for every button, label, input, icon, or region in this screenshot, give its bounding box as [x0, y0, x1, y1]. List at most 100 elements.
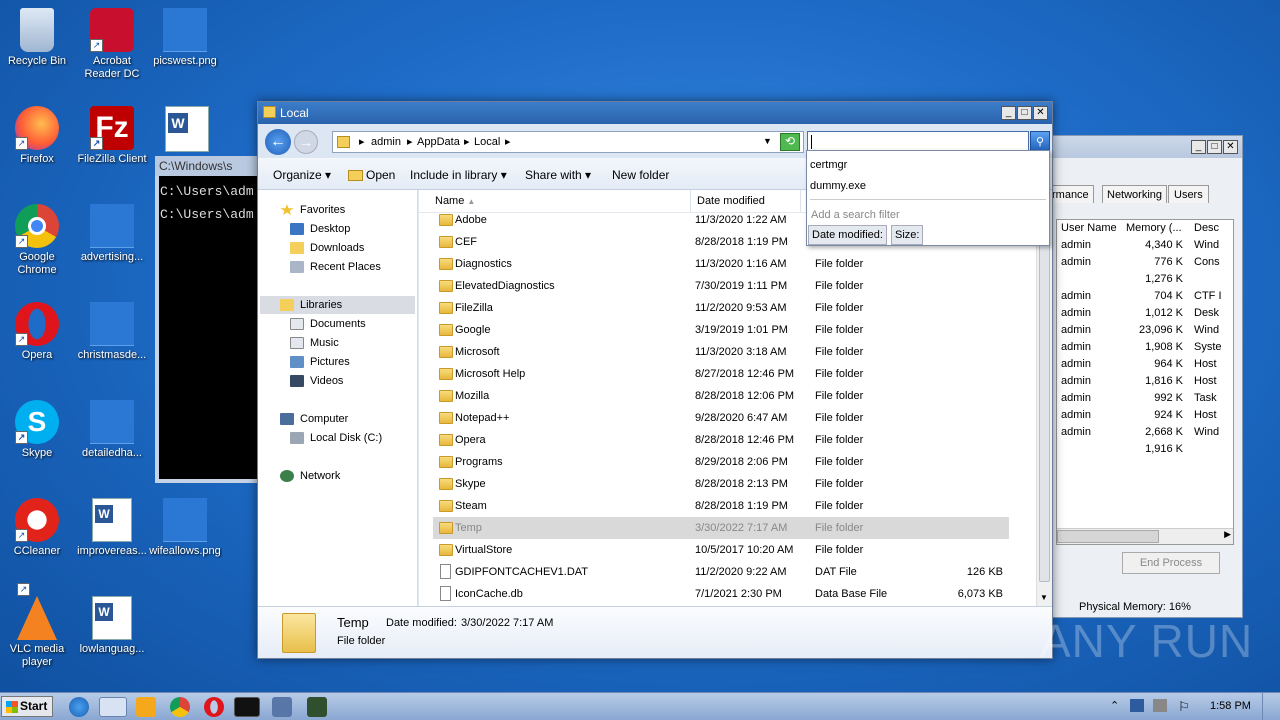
task-manager-window[interactable]: _ □ ✕ rmance Networking Users User Name … [1040, 135, 1243, 618]
file-list[interactable]: Name ▲ Date modified Adobe 11/3/2020 1:22… [419, 190, 1036, 606]
breadcrumb-local[interactable]: Local [474, 136, 500, 148]
file-row[interactable]: Google 3/19/2019 1:01 PM File folder [433, 319, 1009, 341]
suggestion-item[interactable]: dummy.exe [810, 180, 866, 192]
nav-libraries[interactable]: Libraries [280, 296, 342, 314]
tray-speaker-icon[interactable] [1153, 699, 1167, 712]
file-row[interactable]: ElevatedDiagnostics 7/30/2019 1:11 PM File… [433, 275, 1009, 297]
scroll-down-arrow[interactable]: ▼ [1040, 593, 1048, 602]
file-row[interactable]: Programs 8/29/2018 2:06 PM File folder [433, 451, 1009, 473]
desktop-icon-lowlanguag[interactable]: W lowlanguag... [75, 596, 149, 656]
file-row[interactable]: Opera 8/28/2018 12:46 PM File folder [433, 429, 1009, 451]
clock[interactable]: 1:58 PM [1210, 700, 1251, 712]
organize-button[interactable]: Organize ▾ [273, 168, 331, 182]
explorer-titlebar[interactable]: Local _ □ ✕ [258, 102, 1052, 124]
desktop-icon-ccleaner[interactable]: ↗ CCleaner [0, 498, 74, 558]
col-username[interactable]: User Name [1061, 222, 1117, 234]
nav-recent[interactable]: Recent Places [290, 258, 381, 276]
chrome-taskbar-icon[interactable] [170, 697, 190, 717]
file-row[interactable]: IconCache.db 7/1/2021 2:30 PM Data Base Fi… [433, 583, 1009, 605]
refresh-button[interactable]: ⟲ [780, 133, 800, 151]
desktop-icon-opera[interactable]: ↗ Opera [0, 302, 74, 362]
file-row[interactable]: Steam 8/28/2018 1:19 PM File folder [433, 495, 1009, 517]
search-suggestions[interactable]: certmgr dummy.exe Add a search filter Da… [806, 150, 1050, 246]
file-row[interactable]: VirtualStore 10/5/2017 10:20 AM File folde… [433, 539, 1009, 561]
back-button[interactable]: ← [265, 129, 291, 155]
tab-networking[interactable]: Networking [1102, 185, 1168, 203]
taskbar[interactable]: Start ⌃ ⚐ 1:58 PM [0, 692, 1280, 720]
nav-downloads[interactable]: Downloads [290, 239, 364, 257]
cmd-window[interactable]: C:\Windows\s C:\Users\adm C:\Users\adm [155, 156, 265, 483]
end-process-button[interactable]: End Process [1122, 552, 1220, 574]
desktop-icon-filezilla[interactable]: Fz ↗ FileZilla Client [75, 106, 149, 166]
nav-computer[interactable]: Computer [280, 410, 348, 428]
file-row[interactable]: FileZilla 11/2/2020 9:53 AM File folder [433, 297, 1009, 319]
desktop-icon-detailed[interactable]: detailedha... [75, 400, 149, 460]
file-row[interactable]: GDIPFONTCACHEV1.DAT 11/2/2020 9:22 AM DAT … [433, 561, 1009, 583]
ie-icon[interactable] [69, 697, 89, 717]
taskmgr-taskbar-icon[interactable] [272, 697, 292, 717]
chevron-right-icon[interactable]: ▸ [407, 135, 413, 148]
tab-performance[interactable]: rmance [1047, 185, 1094, 203]
tab-users[interactable]: Users [1168, 185, 1209, 203]
file-row[interactable]: Diagnostics 11/3/2020 1:16 AM File folder [433, 253, 1009, 275]
desktop-icon-advertising[interactable]: advertising... [75, 204, 149, 264]
maximize-button[interactable]: □ [1207, 140, 1222, 154]
tray-network-icon[interactable] [1130, 699, 1144, 712]
filter-size[interactable]: Size: [891, 225, 924, 245]
suggestion-item[interactable]: certmgr [810, 159, 847, 171]
desktop-icon-chrome[interactable]: ↗ Google Chrome [0, 204, 74, 277]
vertical-scrollbar[interactable]: ▲ ▼ [1036, 190, 1052, 606]
app-taskbar-icon[interactable] [307, 697, 327, 717]
maximize-button[interactable]: □ [1017, 106, 1032, 120]
file-row[interactable]: Skype 8/28/2018 2:13 PM File folder [433, 473, 1009, 495]
new-folder-button[interactable]: New folder [612, 168, 669, 182]
close-button[interactable]: ✕ [1223, 140, 1238, 154]
nav-music[interactable]: Music [290, 334, 339, 352]
breadcrumb-appdata[interactable]: AppData [417, 136, 460, 148]
horizontal-scrollbar[interactable]: ▶ [1057, 528, 1233, 544]
chevron-right-icon[interactable]: ▸ [464, 135, 470, 148]
nav-videos[interactable]: Videos [290, 372, 343, 390]
nav-desktop[interactable]: Desktop [290, 220, 350, 238]
chevron-right-icon[interactable]: ▸ [505, 135, 511, 148]
col-memory[interactable]: Memory (... [1126, 222, 1182, 234]
process-list[interactable]: User Name Memory (... Desc admin 4,340 K W… [1056, 219, 1234, 545]
open-button[interactable]: Open [348, 168, 395, 182]
start-button[interactable]: Start [1, 696, 53, 717]
scroll-thumb[interactable] [1039, 204, 1050, 582]
desktop-icon-picswest[interactable]: picswest.png [148, 8, 222, 68]
include-library-button[interactable]: Include in library ▾ [410, 168, 507, 182]
desktop-icon-acrobat[interactable]: ↗ Acrobat Reader DC [75, 8, 149, 81]
desktop-icon-skype[interactable]: S ↗ Skype [0, 400, 74, 460]
filter-date-modified[interactable]: Date modified: [808, 225, 887, 245]
desktop-icon-wifeallows[interactable]: wifeallows.png [148, 498, 222, 558]
desktop-icon-improvereas[interactable]: W improvereas... [75, 498, 149, 558]
nav-local-disk[interactable]: Local Disk (C:) [290, 429, 382, 447]
tray-up-arrow-icon[interactable]: ⌃ [1110, 699, 1119, 712]
media-player-icon[interactable] [136, 697, 156, 717]
nav-documents[interactable]: Documents [290, 315, 366, 333]
nav-pictures[interactable]: Pictures [290, 353, 350, 371]
file-row[interactable]: Temp 3/30/2022 7:17 AM File folder [433, 517, 1009, 539]
opera-taskbar-icon[interactable] [204, 697, 224, 717]
desktop-icon-recycle-bin[interactable]: Recycle Bin [0, 8, 74, 68]
nav-network[interactable]: Network [280, 467, 340, 485]
desktop-icon-christmas[interactable]: christmasde... [75, 302, 149, 362]
forward-button[interactable]: → [294, 130, 318, 154]
nav-favorites[interactable]: Favorites [280, 201, 345, 219]
chevron-down-icon[interactable]: ▼ [763, 136, 772, 146]
file-row[interactable]: Microsoft 11/3/2020 3:18 AM File folder [433, 341, 1009, 363]
col-description[interactable]: Desc [1194, 222, 1219, 234]
word-doc-icon[interactable]: W [165, 106, 209, 152]
desktop-icon-vlc[interactable]: ↗ VLC media player [0, 583, 74, 669]
minimize-button[interactable]: _ [1191, 140, 1206, 154]
file-row[interactable]: Mozilla 8/28/2018 12:06 PM File folder [433, 385, 1009, 407]
show-desktop-button[interactable] [1262, 693, 1278, 720]
cmd-taskbar-icon[interactable] [234, 697, 260, 717]
navigation-pane[interactable]: Favorites Desktop Downloads Recent Place… [258, 190, 418, 606]
breadcrumb-admin[interactable]: admin [371, 136, 401, 148]
minimize-button[interactable]: _ [1001, 106, 1016, 120]
close-button[interactable]: ✕ [1033, 106, 1048, 120]
address-bar[interactable]: ▸ admin ▸ AppData ▸ Local ▸ ▼ [332, 131, 804, 153]
explorer-taskbar-icon[interactable] [99, 697, 127, 717]
